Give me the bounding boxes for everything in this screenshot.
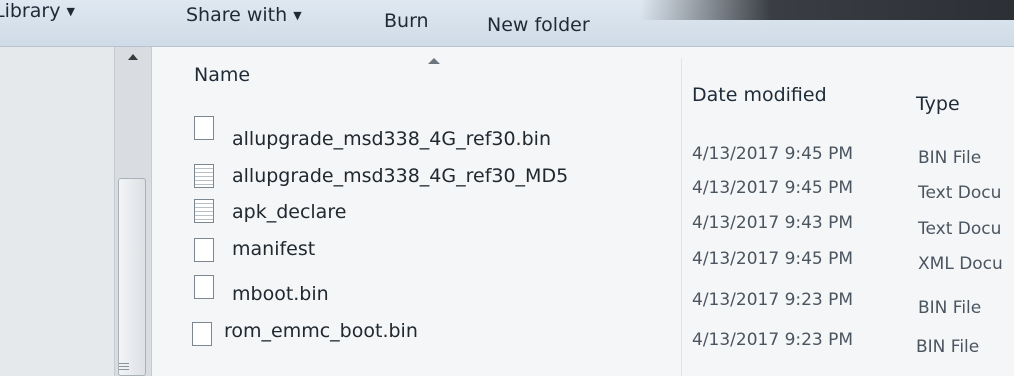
file-type: BIN File bbox=[918, 148, 982, 168]
file-icon bbox=[194, 116, 214, 140]
file-date-modified: 4/13/2017 9:45 PM bbox=[692, 249, 854, 269]
sort-ascending-icon bbox=[428, 58, 440, 64]
navigation-pane[interactable] bbox=[0, 47, 114, 376]
file-date-modified: 4/13/2017 9:45 PM bbox=[692, 178, 854, 198]
file-name[interactable]: mboot.bin bbox=[232, 283, 329, 305]
grip-line bbox=[119, 369, 129, 370]
scrollbar-thumb[interactable] bbox=[118, 178, 146, 376]
file-type: XML Docu bbox=[918, 254, 1003, 274]
column-header-type[interactable]: Type bbox=[916, 93, 960, 115]
file-icon bbox=[194, 275, 214, 299]
file-icon bbox=[192, 322, 212, 346]
file-date-modified: 4/13/2017 9:23 PM bbox=[692, 330, 854, 350]
scroll-up-arrow-icon[interactable] bbox=[128, 54, 138, 60]
file-date-modified: 4/13/2017 9:45 PM bbox=[692, 144, 854, 164]
file-type: Text Docu bbox=[918, 219, 1002, 239]
file-name[interactable]: rom_emmc_boot.bin bbox=[224, 320, 418, 342]
file-type: BIN File bbox=[916, 337, 980, 357]
grip-line bbox=[119, 366, 129, 367]
file-date-modified: 4/13/2017 9:43 PM bbox=[692, 213, 854, 233]
text-document-icon bbox=[194, 199, 214, 223]
text-document-icon bbox=[194, 164, 214, 188]
file-icon bbox=[194, 238, 214, 262]
file-name[interactable]: allupgrade_msd338_4G_ref30_MD5 bbox=[232, 165, 568, 187]
column-divider bbox=[681, 58, 682, 376]
file-date-modified: 4/13/2017 9:23 PM bbox=[692, 290, 854, 310]
column-header-date-modified[interactable]: Date modified bbox=[692, 84, 827, 106]
grip-line bbox=[119, 363, 129, 364]
file-name[interactable]: allupgrade_msd338_4G_ref30.bin bbox=[232, 128, 551, 150]
file-type: Text Docu bbox=[918, 183, 1002, 203]
file-row[interactable]: rom_emmc_boot.bin 4/13/2017 9:23 PM BIN Fi… bbox=[0, 0, 1014, 357]
column-header-name[interactable]: Name bbox=[194, 64, 250, 86]
file-type: BIN File bbox=[918, 298, 982, 318]
file-name[interactable]: apk_declare bbox=[232, 201, 346, 223]
file-name[interactable]: manifest bbox=[232, 238, 315, 260]
